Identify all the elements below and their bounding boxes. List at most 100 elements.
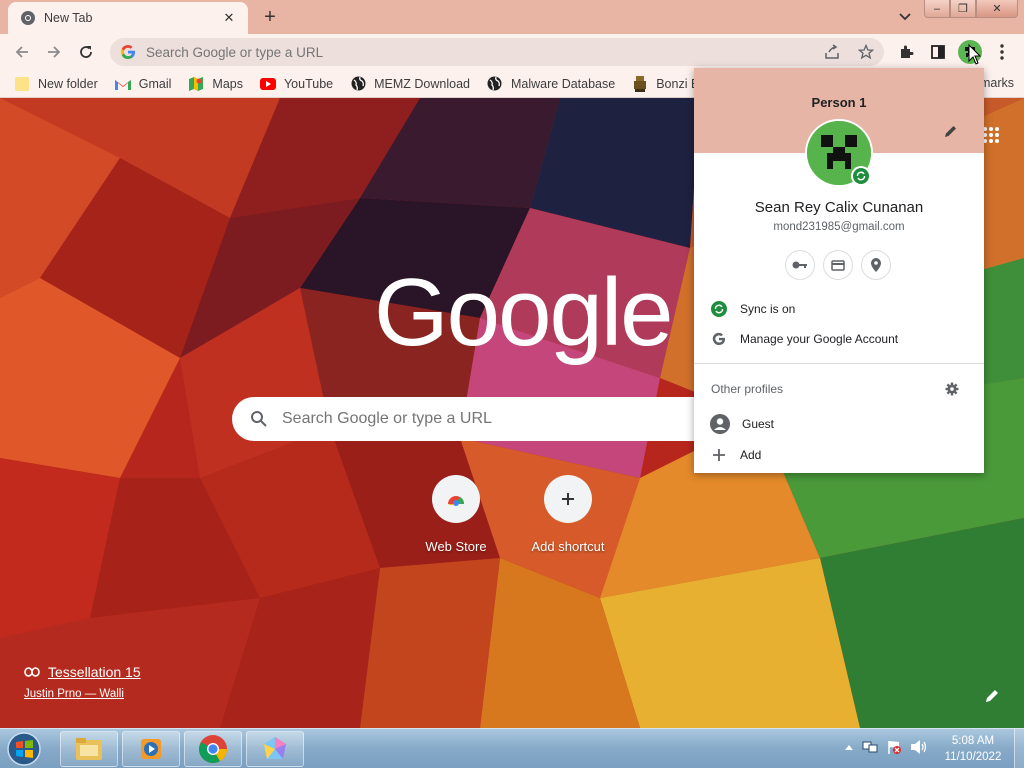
apps-grid-icon[interactable] <box>982 126 1000 144</box>
passwords-key-icon[interactable] <box>785 250 815 280</box>
bookmark-label: New folder <box>38 76 98 91</box>
chrome-icon <box>199 735 227 763</box>
google-logo: Google <box>374 259 674 366</box>
attribution-author-link[interactable]: Justin Prno — Walli <box>24 688 141 700</box>
guest-profile-item[interactable]: Guest <box>694 409 984 439</box>
browser-toolbar <box>0 34 1024 70</box>
minimize-button[interactable]: – <box>924 0 950 18</box>
tab-strip: New Tab ✕ + – ❐ ✕ <box>0 0 1024 34</box>
payment-card-icon[interactable] <box>823 250 853 280</box>
star-icon[interactable] <box>858 44 874 60</box>
youtube-icon <box>259 76 276 92</box>
forward-button[interactable] <box>40 38 68 66</box>
bookmark-youtube[interactable]: YouTube <box>259 76 334 92</box>
tab-title: New Tab <box>44 11 93 25</box>
bookmark-memz-download[interactable]: MEMZ Download <box>350 76 470 92</box>
chevron-down-icon[interactable] <box>895 8 915 26</box>
sync-status-item[interactable]: Sync is on <box>694 294 984 324</box>
gmail-icon <box>114 76 131 92</box>
bookmark-label: Maps <box>212 76 243 91</box>
other-bookmarks[interactable]: marks <box>980 76 1014 90</box>
manage-google-account-item[interactable]: Manage your Google Account <box>694 324 984 354</box>
ntp-search-input[interactable] <box>282 410 682 428</box>
sync-badge-icon <box>851 166 871 186</box>
mouse-cursor-icon <box>968 44 982 65</box>
taskbar-clock[interactable]: 5:08 AM 11/10/2022 <box>936 733 1010 765</box>
colorful-app-icon <box>264 737 286 759</box>
person-icon <box>710 414 730 434</box>
bookmark-new-folder[interactable]: New folder <box>14 76 98 92</box>
close-icon[interactable]: ✕ <box>220 9 238 27</box>
google-g-icon <box>120 45 135 60</box>
quick-actions <box>785 250 891 280</box>
link-icon <box>24 667 40 677</box>
window-controls: – ❐ ✕ <box>924 0 1018 18</box>
clock-date: 11/10/2022 <box>944 751 1002 763</box>
sync-icon <box>710 300 728 318</box>
taskbar-paint-app[interactable] <box>246 731 304 767</box>
taskbar-chrome[interactable] <box>184 731 242 767</box>
shortcut-add[interactable]: Add shortcut <box>518 475 618 554</box>
google-g-icon <box>710 330 728 348</box>
bookmark-label: MEMZ Download <box>374 76 470 91</box>
side-panel-icon[interactable] <box>926 40 950 64</box>
taskbar-explorer[interactable] <box>60 731 118 767</box>
share-icon[interactable] <box>824 44 840 60</box>
back-button[interactable] <box>8 38 36 66</box>
bookmark-maps[interactable]: Maps <box>188 76 243 92</box>
shortcut-label: Add shortcut <box>531 539 605 554</box>
network-icon[interactable] <box>862 739 878 755</box>
clock-time: 5:08 AM <box>951 735 995 747</box>
bookmark-gmail[interactable]: Gmail <box>114 76 172 92</box>
add-label: Add <box>740 448 762 462</box>
manage-account-label: Manage your Google Account <box>740 332 899 346</box>
other-profiles-heading: Other profiles <box>711 382 784 396</box>
gear-icon[interactable] <box>945 382 961 398</box>
attribution-title-link[interactable]: Tessellation 15 <box>24 664 141 680</box>
attribution-title: Tessellation 15 <box>48 664 141 680</box>
address-input[interactable] <box>146 44 806 60</box>
more-menu-icon[interactable] <box>990 40 1014 64</box>
bonzi-icon <box>632 75 648 92</box>
windows-taskbar: 5:08 AM 11/10/2022 <box>0 728 1024 768</box>
maps-icon <box>188 76 204 92</box>
chrome-icon <box>20 10 36 26</box>
system-tray <box>844 739 928 755</box>
bookmark-label: Gmail <box>138 76 172 91</box>
show-desktop-button[interactable] <box>1014 729 1024 768</box>
menu-divider <box>694 363 984 364</box>
restore-button[interactable]: ❐ <box>950 0 976 18</box>
edit-pencil-icon[interactable] <box>944 124 960 140</box>
bookmark-label: Malware Database <box>510 76 616 91</box>
bookmark-label: YouTube <box>283 76 334 91</box>
pencil-icon[interactable] <box>984 688 1000 704</box>
windows-orb-icon <box>7 732 41 766</box>
tray-expand-icon[interactable] <box>844 743 854 751</box>
address-bar[interactable] <box>110 38 884 66</box>
folder-icon <box>14 76 30 92</box>
action-center-flag-icon[interactable] <box>886 739 902 755</box>
window-close-button[interactable]: ✕ <box>976 0 1018 18</box>
profile-menu: Person 1 Sean Rey Calix Cunanan mond2319… <box>694 68 984 473</box>
bookmark-malware-database[interactable]: Malware Database <box>487 76 615 92</box>
tab-new-tab[interactable]: New Tab ✕ <box>8 2 248 34</box>
taskbar-media-player[interactable] <box>122 731 180 767</box>
shortcut-label: Web Store <box>425 539 487 554</box>
start-button[interactable] <box>6 731 46 767</box>
sync-label: Sync is on <box>740 302 796 316</box>
globe-icon <box>350 76 366 92</box>
globe-icon <box>487 76 503 92</box>
media-player-icon <box>141 739 161 759</box>
arrow-right-icon <box>48 46 61 58</box>
add-profile-item[interactable]: Add <box>694 440 984 470</box>
address-pin-icon[interactable] <box>861 250 891 280</box>
account-email: mond231985@gmail.com <box>773 221 905 233</box>
volume-icon[interactable] <box>910 739 928 755</box>
new-tab-button[interactable]: + <box>258 6 282 28</box>
reload-button[interactable] <box>72 38 100 66</box>
search-icon <box>251 411 267 427</box>
webstore-icon <box>432 475 480 523</box>
account-full-name: Sean Rey Calix Cunanan <box>754 199 924 216</box>
extensions-icon[interactable] <box>894 40 918 64</box>
shortcut-web-store[interactable]: Web Store <box>406 475 506 554</box>
